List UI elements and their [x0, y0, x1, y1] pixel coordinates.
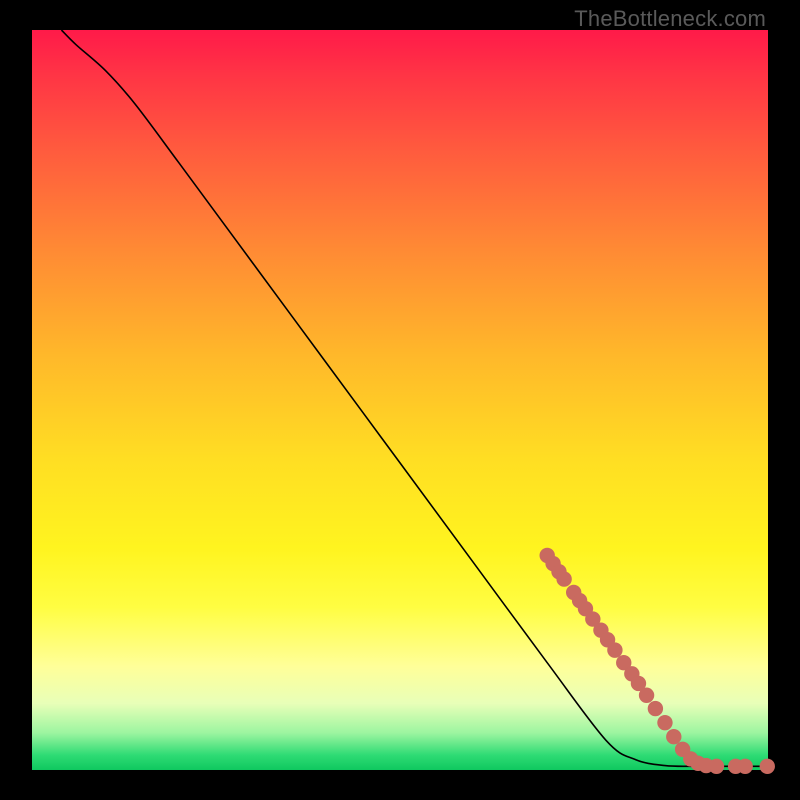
data-point [667, 730, 681, 744]
chart-svg [32, 30, 768, 770]
data-point [608, 643, 622, 657]
data-point [658, 715, 672, 729]
data-point [557, 572, 571, 586]
data-point [648, 701, 662, 715]
chart-gradient-background [32, 30, 768, 770]
data-point [738, 759, 752, 773]
data-point [639, 688, 653, 702]
data-point [760, 759, 774, 773]
bottleneck-curve [61, 30, 768, 766]
data-point [709, 759, 723, 773]
attribution-text: TheBottleneck.com [574, 6, 766, 32]
